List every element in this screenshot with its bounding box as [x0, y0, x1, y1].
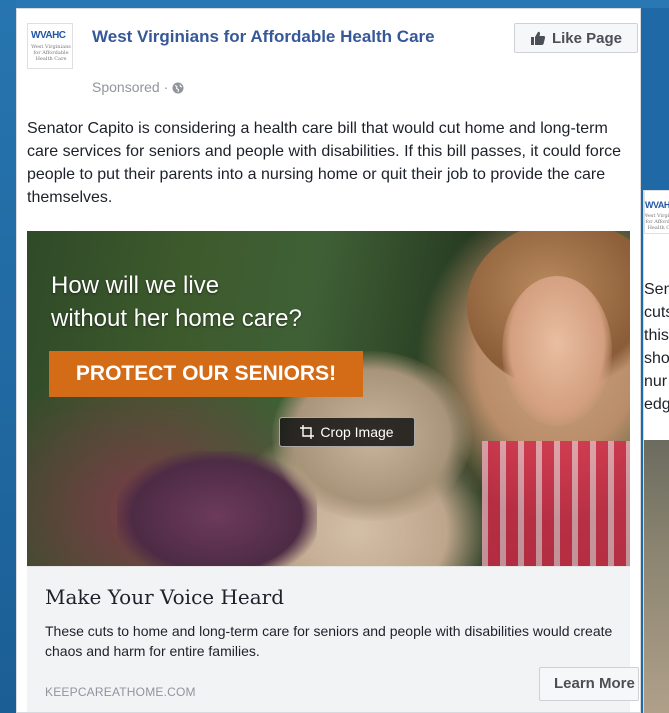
- second-post-line: edg: [644, 396, 669, 413]
- headline-line-1: How will we live: [51, 272, 220, 299]
- globe-icon[interactable]: [172, 81, 184, 94]
- second-post-image[interactable]: [644, 440, 669, 713]
- link-preview[interactable]: Make Your Voice Heard These cuts to home…: [27, 566, 639, 712]
- thumbs-up-icon: [530, 30, 546, 46]
- desktop-background-left: [0, 0, 16, 713]
- page-logo[interactable]: WVAHC West Virginians for Affordable Hea…: [27, 23, 73, 69]
- crop-image-button[interactable]: Crop Image: [279, 417, 415, 447]
- like-page-label: Like Page: [551, 29, 623, 47]
- second-post-logo[interactable]: WVAHC West Virginians for Affordable Hea…: [644, 190, 669, 234]
- second-post-line: Senator: [644, 281, 669, 298]
- sponsored-post-card: WVAHC West Virginians for Affordable Hea…: [16, 8, 641, 713]
- second-logo-subtitle: West Virginians for Affordable Health Ca…: [644, 213, 669, 231]
- post-meta: Sponsored ·: [92, 79, 184, 95]
- link-domain: KEEPCAREATHOME.COM: [45, 685, 196, 699]
- second-post-text: Senator cuts this sho nur edg: [644, 278, 669, 416]
- like-page-button[interactable]: Like Page: [514, 23, 638, 53]
- desktop-background-top: [0, 0, 669, 8]
- image-headline: How will we live without her home care?: [51, 269, 381, 335]
- protect-banner: PROTECT OUR SENIORS!: [49, 351, 363, 397]
- crop-icon: [300, 425, 315, 439]
- logo-subtitle: West Virginians for Affordable Health Ca…: [31, 44, 71, 62]
- logo-abbreviation: WVAHC: [31, 30, 66, 41]
- second-post-card: WVAHC West Virginians for Affordable Hea…: [643, 190, 669, 713]
- page-name-link[interactable]: West Virginians for Affordable Health Ca…: [92, 25, 472, 49]
- crop-image-label: Crop Image: [320, 424, 394, 440]
- link-description: These cuts to home and long-term care fo…: [45, 623, 613, 659]
- sponsored-label[interactable]: Sponsored ·: [92, 79, 168, 95]
- image-woman-face: [502, 276, 612, 426]
- link-title[interactable]: Make Your Voice Heard: [45, 585, 284, 609]
- learn-more-button[interactable]: Learn More: [539, 667, 639, 701]
- second-post-line: nur: [644, 373, 668, 390]
- post-text: Senator Capito is considering a health c…: [27, 120, 622, 206]
- image-plaid-shirt: [482, 441, 630, 566]
- second-post-line: sho: [644, 350, 669, 367]
- second-post-line: cuts: [644, 304, 669, 321]
- headline-line-2: without her home care?: [51, 305, 302, 332]
- second-post-line: this: [644, 327, 669, 344]
- second-logo-abbreviation: WVAHC: [645, 200, 669, 210]
- ad-image[interactable]: How will we live without her home care? …: [27, 231, 630, 566]
